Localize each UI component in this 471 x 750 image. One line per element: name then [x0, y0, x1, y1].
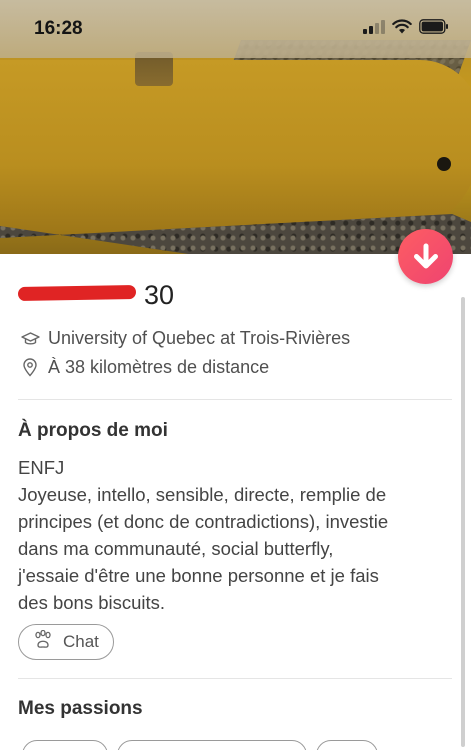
photo-dot: [437, 157, 451, 171]
chip-chat[interactable]: Chat: [18, 624, 114, 660]
status-time: 16:28: [34, 18, 83, 39]
profile-details[interactable]: 30 University of Quebec at Trois-Rivière…: [0, 254, 471, 750]
school-text: University of Quebec at Trois-Rivières: [48, 328, 351, 348]
divider: [18, 399, 452, 400]
passion-chip[interactable]: [117, 740, 307, 750]
cellular-signal-icon: [363, 19, 385, 34]
bio-text: ENFJ Joyeuse, intello, sensible, directe…: [18, 457, 389, 613]
collapse-profile-button[interactable]: [398, 229, 453, 284]
passion-chip[interactable]: [316, 740, 378, 750]
passions-title: Mes passions: [18, 698, 143, 719]
chip-label: Chat: [63, 632, 99, 651]
distance-row: À 38 kilomètres de distance: [20, 357, 269, 378]
distance-text: À 38 kilomètres de distance: [48, 357, 270, 377]
paw-icon: [33, 629, 53, 654]
status-bar: 16:28: [0, 0, 471, 56]
location-pin-icon: [20, 358, 40, 378]
battery-icon: [419, 19, 449, 34]
divider: [18, 678, 452, 679]
profile-age: 30: [144, 280, 175, 310]
wifi-icon: [392, 19, 412, 34]
photo-surfboard: [0, 60, 471, 235]
school-row: University of Quebec at Trois-Rivières: [20, 328, 350, 349]
graduation-cap-icon: [20, 329, 40, 349]
name-row: 30: [17, 280, 175, 311]
status-icons: [363, 19, 449, 34]
redacted-name: [17, 284, 137, 302]
about-title: À propos de moi: [18, 420, 168, 441]
scrollbar[interactable]: [461, 297, 465, 747]
passion-chip[interactable]: [22, 740, 108, 750]
arrow-down-icon: [413, 243, 438, 268]
